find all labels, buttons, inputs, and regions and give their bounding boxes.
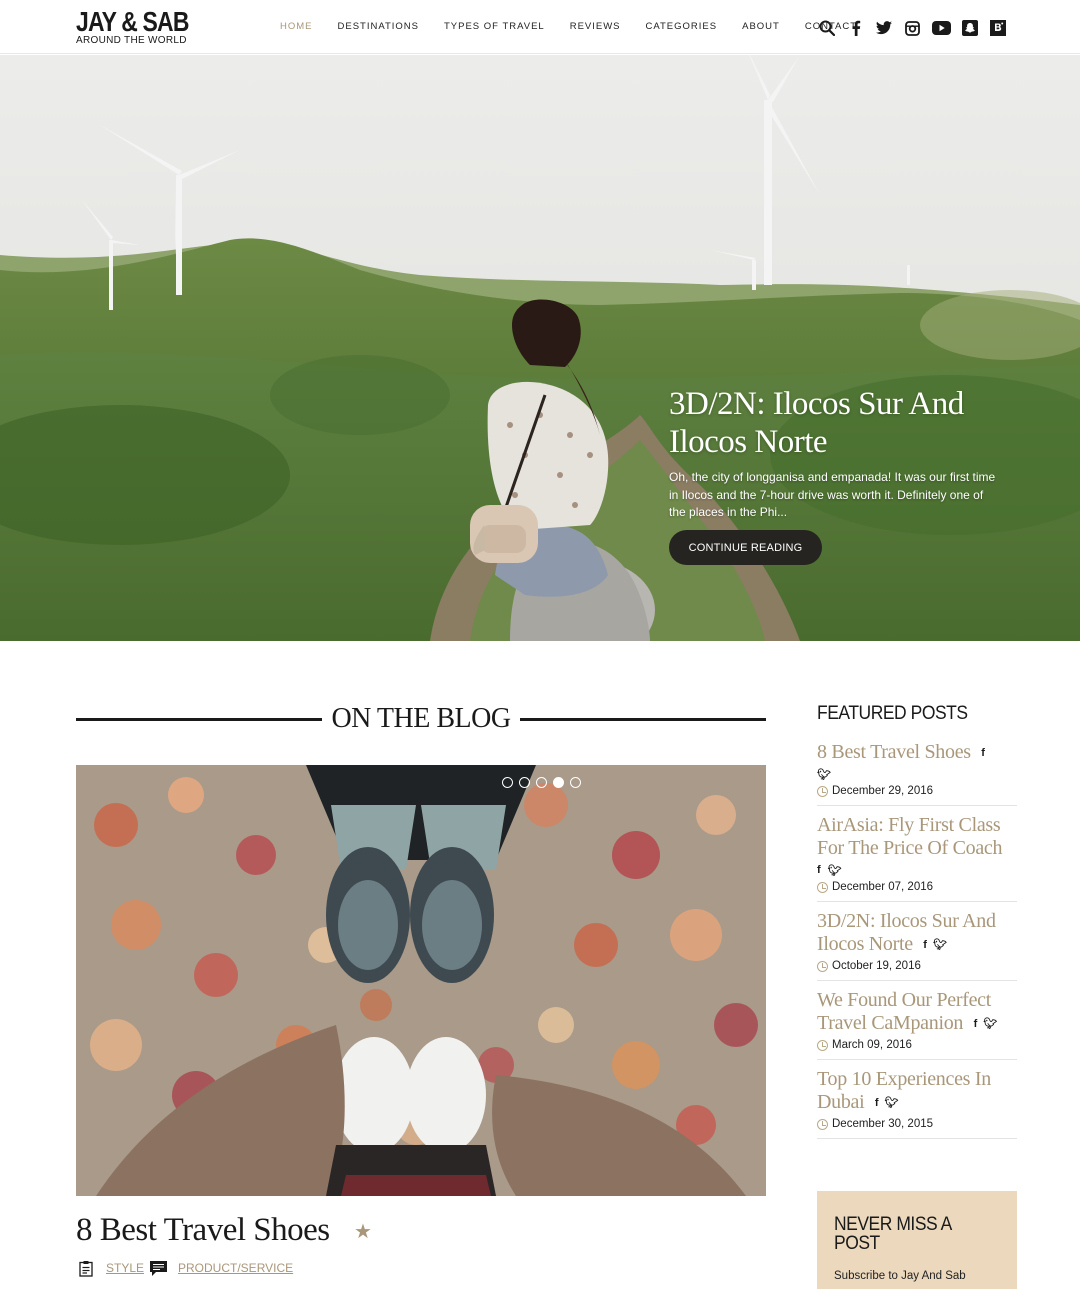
share-icons: f bbox=[981, 748, 985, 759]
category-link-style[interactable]: STYLE bbox=[106, 1261, 144, 1275]
share-icons: f 🐦︎ bbox=[923, 940, 947, 951]
slider-dot-4[interactable] bbox=[553, 777, 564, 788]
clipboard-icon bbox=[76, 1258, 96, 1278]
featured-post-title[interactable]: Top 10 Experiences In Dubai bbox=[817, 1068, 991, 1113]
twitter-icon[interactable]: 🐦︎ bbox=[885, 1098, 899, 1109]
search-icon[interactable] bbox=[817, 18, 837, 38]
nav-about[interactable]: ABOUT bbox=[742, 21, 780, 32]
featured-post-title[interactable]: We Found Our Perfect Travel CaMpanion bbox=[817, 989, 991, 1034]
twitter-icon[interactable]: 🐦︎ bbox=[817, 768, 831, 781]
newsletter-subtitle: Subscribe to Jay And Sab bbox=[834, 1270, 966, 1282]
share-icons: f 🐦︎ bbox=[875, 1098, 899, 1109]
featured-post: 8 Best Travel Shoes f 🐦︎ December 29, 20… bbox=[817, 741, 1017, 806]
featured-post-date: December 30, 2015 bbox=[817, 1118, 1017, 1130]
bloglovin-icon[interactable] bbox=[988, 18, 1008, 38]
featured-post-date: December 29, 2016 bbox=[817, 785, 1017, 797]
nav-destinations[interactable]: DESTINATIONS bbox=[338, 21, 420, 32]
facebook-icon[interactable]: f bbox=[974, 1019, 978, 1030]
on-the-blog-heading: ON THE BLOG bbox=[76, 702, 766, 736]
share-icons-row: 🐦︎ bbox=[817, 768, 1017, 781]
featured-post-title[interactable]: AirAsia: Fly First Class For The Price O… bbox=[817, 814, 1003, 859]
logo-main-text: JAY & SAB bbox=[76, 6, 189, 37]
featured-post: Top 10 Experiences In Dubai f 🐦︎ December… bbox=[817, 1068, 1017, 1139]
slider-dot-2[interactable] bbox=[519, 777, 530, 788]
share-icons-row: f 🐦︎ bbox=[817, 864, 1017, 877]
slider-dots bbox=[502, 777, 581, 788]
facebook-icon[interactable]: f bbox=[875, 1098, 879, 1109]
newsletter-title: NEVER MISS A POST bbox=[834, 1214, 951, 1254]
nav-reviews[interactable]: REVIEWS bbox=[570, 21, 621, 32]
facebook-icon[interactable]: f bbox=[817, 864, 821, 877]
category-link-product-service[interactable]: PRODUCT/SERVICE bbox=[178, 1261, 293, 1275]
clock-icon bbox=[817, 881, 828, 893]
date-text: March 09, 2016 bbox=[832, 1039, 912, 1051]
featured-post-title[interactable]: 8 Best Travel Shoes bbox=[817, 741, 971, 763]
facebook-icon[interactable]: f bbox=[981, 748, 985, 759]
featured-post: We Found Our Perfect Travel CaMpanion f 🐦… bbox=[817, 989, 1017, 1060]
featured-post-date: December 07, 2016 bbox=[817, 881, 1017, 893]
featured-posts-list: 8 Best Travel Shoes f 🐦︎ December 29, 20… bbox=[817, 741, 1017, 1147]
facebook-icon[interactable] bbox=[846, 18, 866, 38]
featured-post-date: March 09, 2016 bbox=[817, 1039, 1017, 1051]
featured-star-icon: ★ bbox=[354, 1221, 372, 1243]
heading-rule-left bbox=[76, 717, 323, 721]
site-header: JAY & SAB AROUND THE WORLD HOME DESTINAT… bbox=[0, 0, 1080, 54]
hero-excerpt: Oh, the city of longganisa and empanada!… bbox=[669, 470, 996, 519]
clock-icon bbox=[817, 785, 828, 797]
heading-rule-right bbox=[519, 717, 766, 721]
hero-title[interactable]: 3D/2N: Ilocos Sur And Ilocos Norte bbox=[669, 385, 1009, 461]
twitter-icon[interactable]: 🐦︎ bbox=[828, 864, 842, 877]
blog-slider-image[interactable] bbox=[76, 765, 766, 1196]
date-text: December 30, 2015 bbox=[832, 1118, 934, 1130]
post-title[interactable]: 8 Best Travel Shoes bbox=[76, 1212, 330, 1249]
twitter-icon[interactable]: 🐦︎ bbox=[933, 940, 947, 951]
post-meta: STYLE PRODUCT/SERVICE bbox=[76, 1258, 297, 1278]
featured-post: AirAsia: Fly First Class For The Price O… bbox=[817, 814, 1017, 902]
header-icons bbox=[817, 18, 1017, 38]
main-nav: HOME DESTINATIONS TYPES OF TRAVEL REVIEW… bbox=[280, 21, 882, 32]
section-title: ON THE BLOG bbox=[331, 703, 511, 734]
featured-posts-heading: FEATURED POSTS bbox=[817, 703, 968, 724]
slider-dot-1[interactable] bbox=[502, 777, 513, 788]
date-text: December 29, 2016 bbox=[832, 785, 934, 797]
facebook-icon[interactable]: f bbox=[923, 940, 927, 951]
date-text: October 19, 2016 bbox=[832, 960, 921, 972]
featured-post: 3D/2N: Ilocos Sur And Ilocos Norte f 🐦︎ O… bbox=[817, 910, 1017, 981]
twitter-icon[interactable] bbox=[874, 18, 894, 38]
logo-sub-text: AROUND THE WORLD bbox=[76, 35, 187, 46]
nav-categories[interactable]: CATEGORIES bbox=[646, 21, 718, 32]
newsletter-box: NEVER MISS A POST Subscribe to Jay And S… bbox=[817, 1191, 1017, 1289]
clock-icon bbox=[817, 1039, 828, 1051]
continue-reading-button[interactable]: CONTINUE READING bbox=[669, 530, 822, 565]
youtube-icon[interactable] bbox=[931, 18, 951, 38]
clock-icon bbox=[817, 1118, 828, 1130]
featured-post-title[interactable]: 3D/2N: Ilocos Sur And Ilocos Norte bbox=[817, 910, 996, 955]
nav-types-of-travel[interactable]: TYPES OF TRAVEL bbox=[444, 21, 545, 32]
nav-home[interactable]: HOME bbox=[280, 21, 313, 32]
slider-dot-5[interactable] bbox=[570, 777, 581, 788]
snapchat-icon[interactable] bbox=[960, 18, 980, 38]
share-icons: f 🐦︎ bbox=[974, 1019, 998, 1030]
hero-banner[interactable]: 3D/2N: Ilocos Sur And Ilocos Norte Oh, t… bbox=[0, 55, 1080, 641]
twitter-icon[interactable]: 🐦︎ bbox=[983, 1019, 997, 1030]
featured-post-date: October 19, 2016 bbox=[817, 960, 1017, 972]
slider-dot-3[interactable] bbox=[536, 777, 547, 788]
leaves-shoes-illustration bbox=[76, 765, 766, 1196]
hero-landscape-illustration bbox=[0, 55, 1080, 641]
clock-icon bbox=[817, 960, 828, 972]
instagram-icon[interactable] bbox=[903, 18, 923, 38]
site-logo[interactable]: JAY & SAB AROUND THE WORLD bbox=[76, 8, 196, 46]
date-text: December 07, 2016 bbox=[832, 881, 934, 893]
comment-icon bbox=[148, 1258, 168, 1278]
